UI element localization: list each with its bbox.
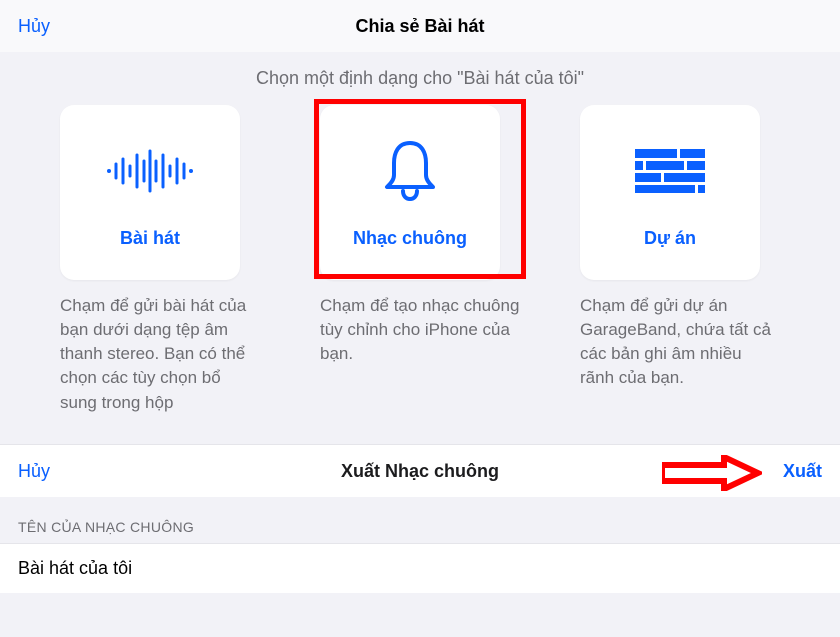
card-col-song: Bài hát Chạm để gửi bài hát của bạn dưới… xyxy=(60,105,260,415)
tracks-icon xyxy=(635,136,705,206)
ringtone-name-header: TÊN CỦA NHẠC CHUÔNG xyxy=(0,497,840,543)
card-col-project: Dự án Chạm để gửi dự án GarageBand, chứa… xyxy=(580,105,780,415)
card-song-label: Bài hát xyxy=(120,228,180,249)
card-song-desc: Chạm để gửi bài hát của bạn dưới dạng tệ… xyxy=(60,294,260,415)
share-nav-bar: Hủy Chia sẻ Bài hát xyxy=(0,0,840,52)
export-title: Xuất Nhạc chuông xyxy=(0,461,840,482)
card-project[interactable]: Dự án xyxy=(580,105,760,280)
arrow-icon xyxy=(662,455,762,491)
cancel-button[interactable]: Hủy xyxy=(18,16,50,37)
card-ringtone[interactable]: Nhạc chuông xyxy=(320,105,500,280)
ringtone-name-field[interactable]: Bài hát của tôi xyxy=(0,543,840,593)
format-cards: Bài hát Chạm để gửi bài hát của bạn dưới… xyxy=(0,105,840,415)
export-section: Hủy Xuất Nhạc chuông Xuất TÊN CỦA NHẠC C… xyxy=(0,444,840,593)
card-ringtone-label: Nhạc chuông xyxy=(353,228,467,249)
card-song[interactable]: Bài hát xyxy=(60,105,240,280)
export-cancel-button[interactable]: Hủy xyxy=(18,461,50,482)
export-action-button[interactable]: Xuất xyxy=(783,461,822,482)
instruction-text: Chọn một định dạng cho "Bài hát của tôi" xyxy=(0,68,840,89)
card-ringtone-desc: Chạm để tạo nhạc chuông tùy chỉnh cho iP… xyxy=(320,294,520,366)
bell-icon xyxy=(381,136,439,206)
card-project-label: Dự án xyxy=(644,228,696,249)
export-nav-bar: Hủy Xuất Nhạc chuông Xuất xyxy=(0,445,840,497)
waveform-icon xyxy=(105,136,195,206)
share-title: Chia sẻ Bài hát xyxy=(0,16,840,37)
card-project-desc: Chạm để gửi dự án GarageBand, chứa tất c… xyxy=(580,294,780,391)
form-area: TÊN CỦA NHẠC CHUÔNG Bài hát của tôi xyxy=(0,497,840,593)
share-section: Chọn một định dạng cho "Bài hát của tôi" xyxy=(0,52,840,444)
card-col-ringtone: Nhạc chuông Chạm để tạo nhạc chuông tùy … xyxy=(320,105,520,415)
